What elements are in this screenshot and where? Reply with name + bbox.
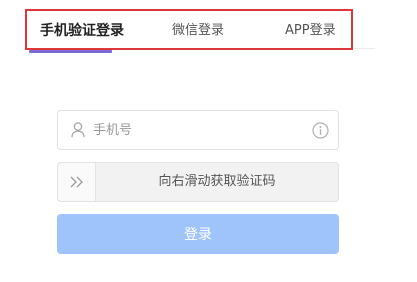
slide-verification: 向右滑动获取验证码 bbox=[57, 162, 339, 202]
slider-handle[interactable] bbox=[58, 163, 96, 201]
phone-field bbox=[57, 110, 339, 150]
tab-divider bbox=[353, 48, 375, 49]
phone-input[interactable] bbox=[93, 119, 303, 141]
tab-wechat-login[interactable]: 微信登录 bbox=[172, 23, 224, 39]
double-chevron-right-icon bbox=[70, 176, 83, 188]
login-button[interactable]: 登录 bbox=[57, 214, 339, 254]
user-icon bbox=[71, 122, 85, 138]
tab-app-login[interactable]: APP登录 bbox=[285, 23, 336, 39]
slider-hint-text: 向右滑动获取验证码 bbox=[158, 174, 276, 189]
active-tab-indicator bbox=[29, 50, 112, 53]
login-tab-bar: 手机验证登录 微信登录 APP登录 bbox=[25, 9, 353, 50]
tab-phone-login[interactable]: 手机验证登录 bbox=[40, 23, 124, 39]
info-icon[interactable] bbox=[312, 122, 329, 139]
